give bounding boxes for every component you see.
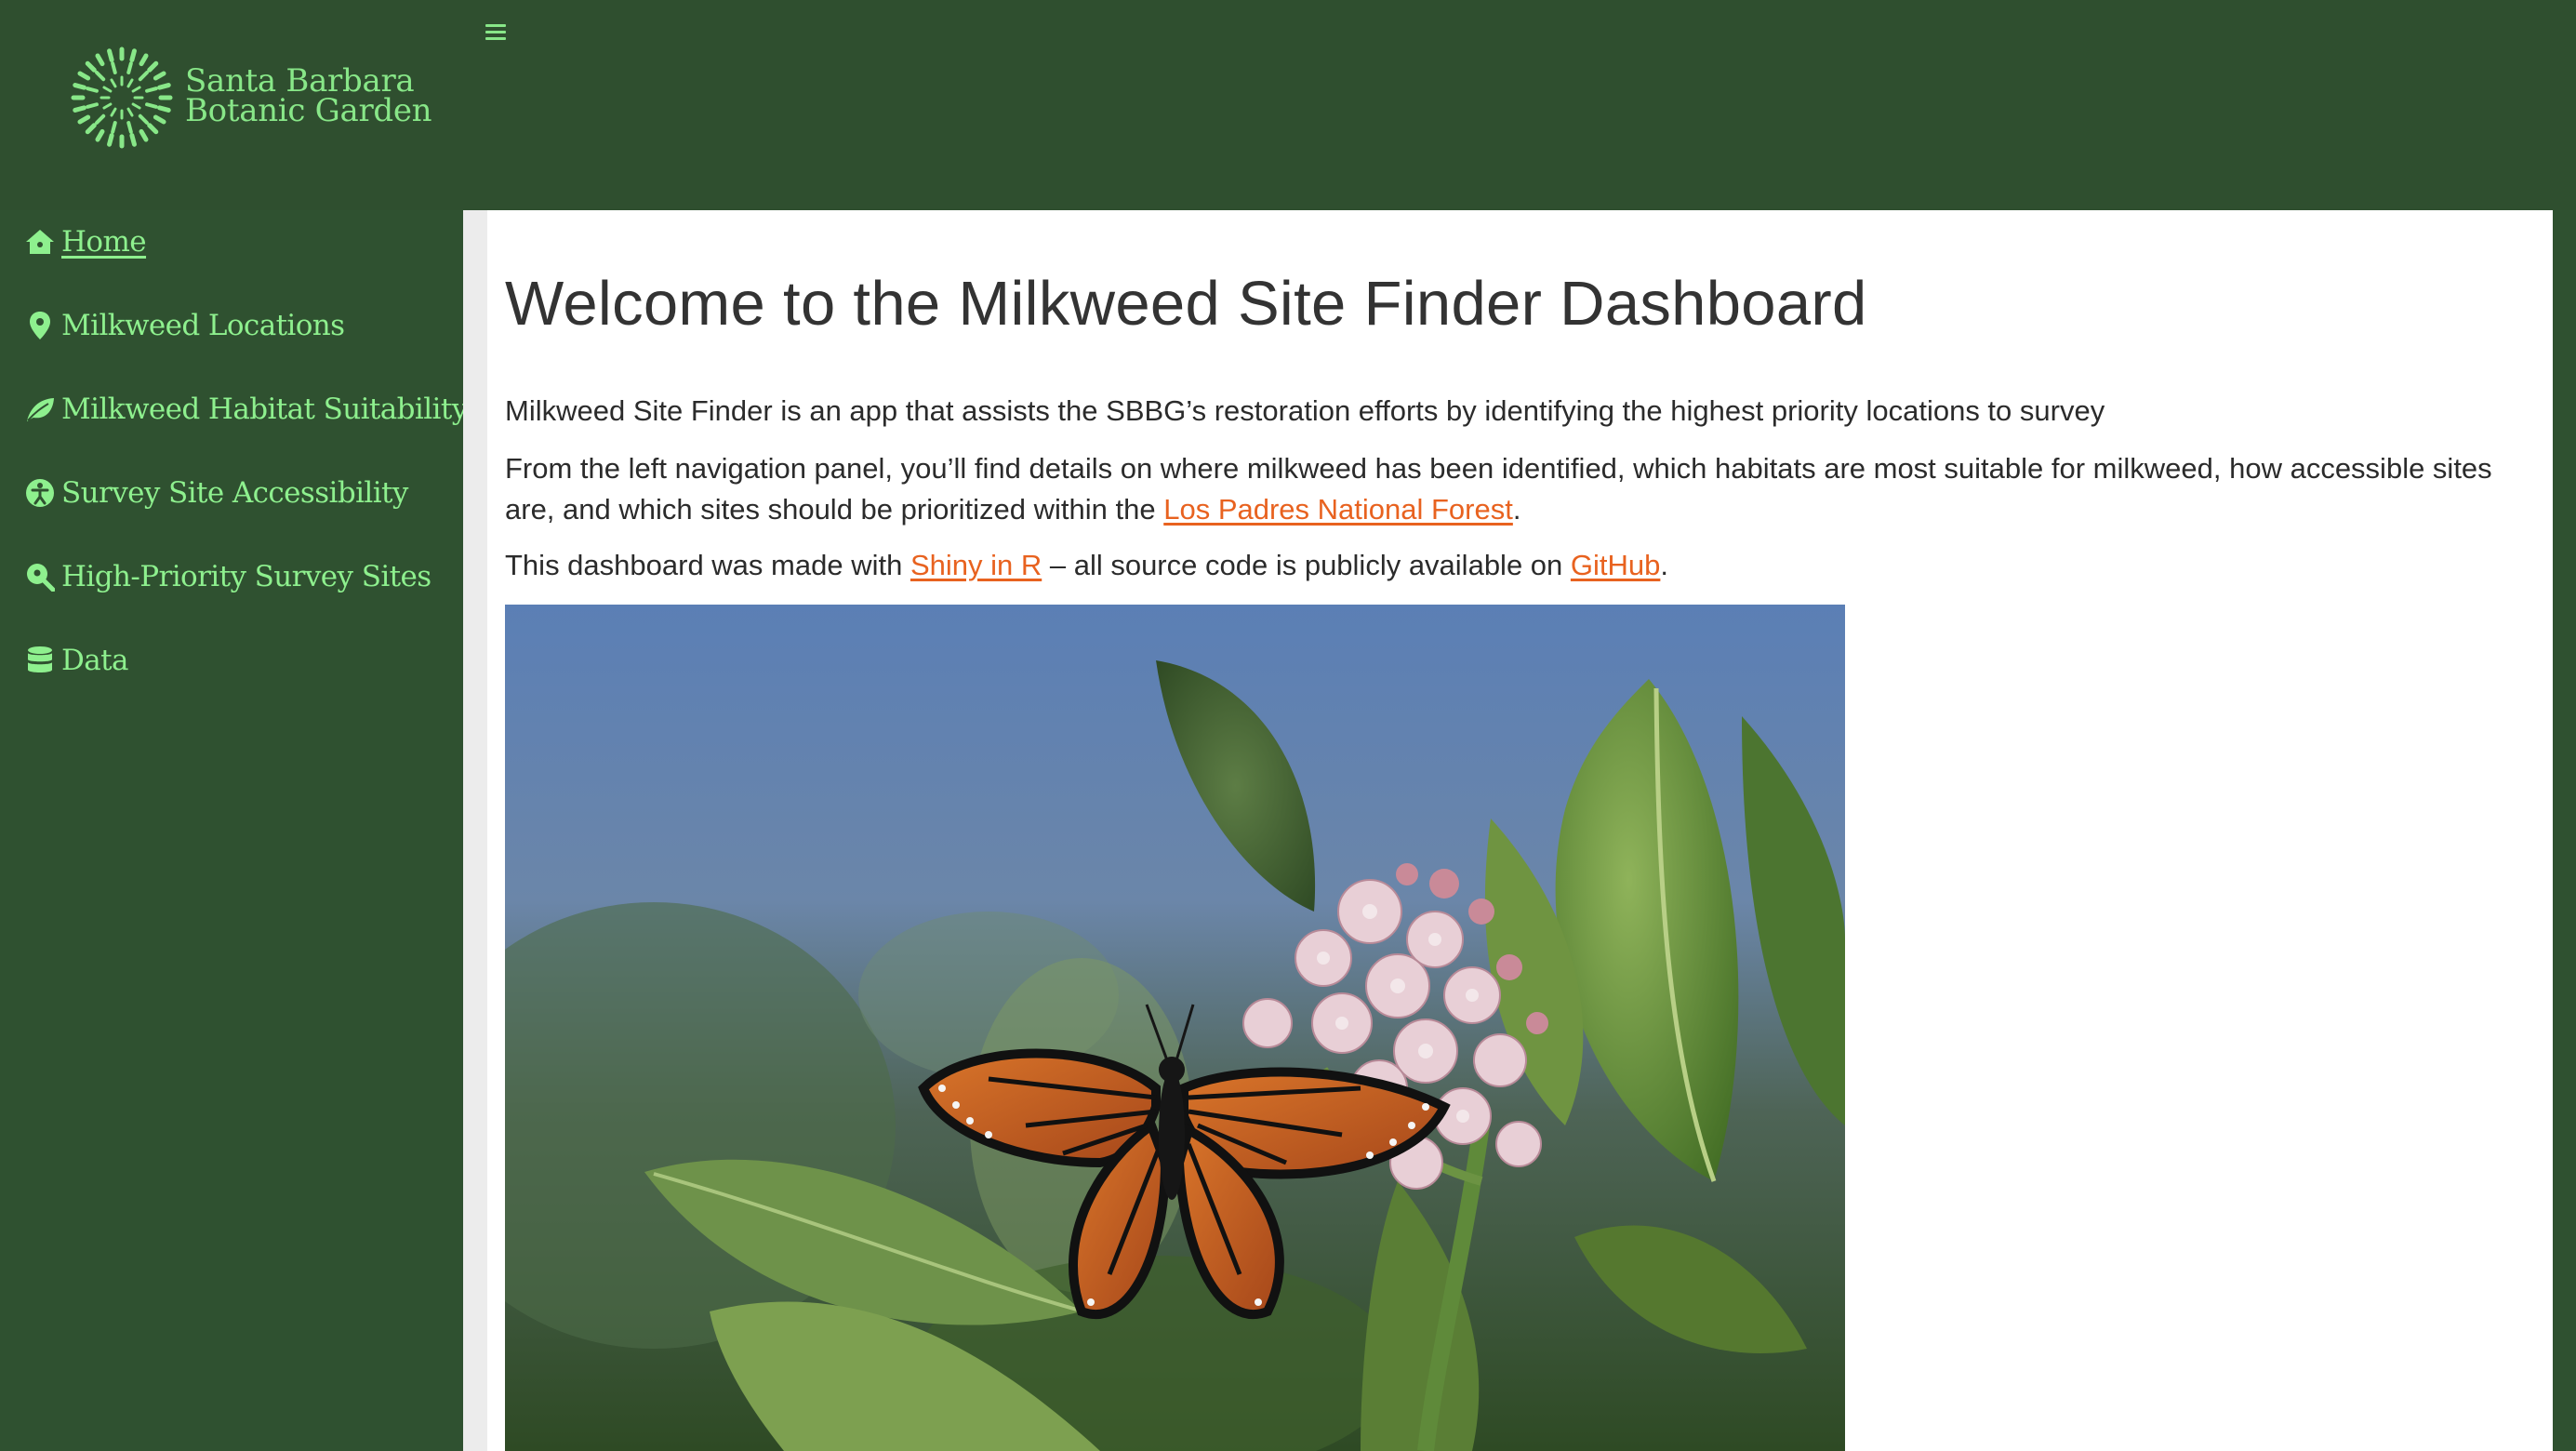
sidebar-item-home[interactable]: Home <box>24 225 147 259</box>
sidebar-nav: Home Milkweed Locations Milkweed Habitat… <box>0 210 468 1451</box>
sidebar-item-data[interactable]: Data <box>24 644 128 677</box>
butterfly-image <box>505 605 1845 1451</box>
made-text-after: . <box>1660 549 1668 581</box>
made-text-before: This dashboard was made with <box>505 549 910 581</box>
sidebar-item-label: Milkweed Locations <box>61 309 345 342</box>
page-title: Welcome to the Milkweed Site Finder Dash… <box>505 269 1867 339</box>
intro-text: Milkweed Site Finder is an app that assi… <box>505 394 2105 427</box>
github-link[interactable]: GitHub <box>1571 549 1660 581</box>
search-location-icon <box>24 561 56 592</box>
database-icon <box>24 645 56 676</box>
sidebar-item-label: High-Priority Survey Sites <box>61 560 432 593</box>
hamburger-icon[interactable] <box>485 20 511 47</box>
los-padres-link[interactable]: Los Padres National Forest <box>1163 493 1513 526</box>
nav-text-after: . <box>1512 493 1521 526</box>
monarch-milkweed-photo <box>505 605 1845 1451</box>
sidebar-item-label: Home <box>61 225 147 259</box>
top-header <box>463 0 2576 210</box>
sidebar-item-label: Data <box>61 644 128 677</box>
made-with-text: This dashboard was made with Shiny in R … <box>505 545 2542 586</box>
sidebar-item-label: Survey Site Accessibility <box>61 476 408 510</box>
sidebar-item-milkweed-locations[interactable]: Milkweed Locations <box>24 309 345 342</box>
made-text-middle: – all source code is publicly available … <box>1042 549 1571 581</box>
accessibility-icon <box>24 477 56 509</box>
map-pin-icon <box>24 310 56 341</box>
brand-name: Santa Barbara Botanic Garden <box>185 65 432 129</box>
leaf-icon <box>24 393 56 425</box>
content-wrapper: Welcome to the Milkweed Site Finder Dash… <box>463 210 2553 1451</box>
sidebar-item-high-priority-sites[interactable]: High-Priority Survey Sites <box>24 560 432 593</box>
sidebar-item-label: Milkweed Habitat Suitability <box>61 393 468 426</box>
sidebar-item-site-accessibility[interactable]: Survey Site Accessibility <box>24 476 408 510</box>
navigation-description: From the left navigation panel, you’ll f… <box>505 448 2542 530</box>
shiny-in-r-link[interactable]: Shiny in R <box>910 549 1042 581</box>
sbbg-logo-icon <box>71 47 173 149</box>
logo-block: Santa Barbara Botanic Garden <box>0 0 463 210</box>
sidebar-item-habitat-suitability[interactable]: Milkweed Habitat Suitability <box>24 393 468 426</box>
brand-name-line2: Botanic Garden <box>185 92 432 129</box>
home-icon <box>24 226 56 258</box>
main-content: Welcome to the Milkweed Site Finder Dash… <box>487 210 2553 1451</box>
